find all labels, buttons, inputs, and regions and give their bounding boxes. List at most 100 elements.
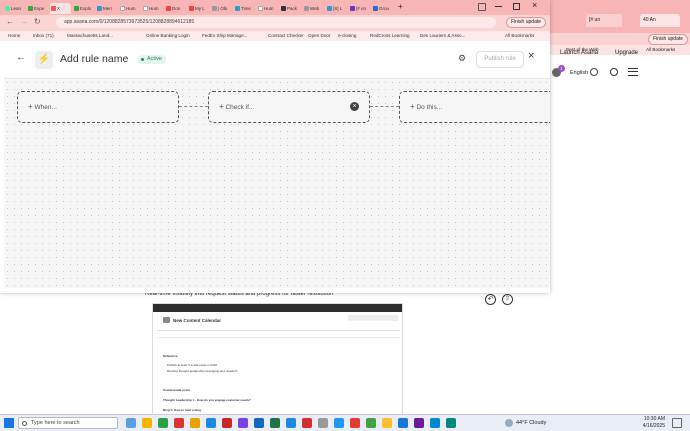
clock-date[interactable]: 4/16/2025 (620, 423, 665, 429)
task-view-icon[interactable] (126, 418, 136, 428)
remove-condition-icon[interactable]: × (350, 102, 359, 111)
excel-icon[interactable] (158, 418, 168, 428)
right-tab-2[interactable]: 40 An (640, 14, 680, 27)
rule-name-field[interactable]: Add rule name (60, 53, 128, 65)
search-icon[interactable] (610, 68, 618, 76)
tab-search-icon[interactable] (478, 3, 486, 11)
tab[interactable]: My L (188, 3, 209, 14)
file-explorer-icon[interactable] (190, 418, 200, 428)
app-icon[interactable] (366, 418, 376, 428)
app-icon[interactable] (398, 418, 408, 428)
tab[interactable]: [S] L (326, 3, 347, 14)
when-trigger-node[interactable]: + When... (17, 91, 179, 123)
tab[interactable]: Explo (73, 3, 94, 14)
excel-icon-2[interactable] (270, 418, 280, 428)
tab[interactable]: Time (234, 3, 255, 14)
share-icon[interactable]: ⇧ (502, 294, 513, 305)
finish-update-button[interactable]: Finish update (506, 17, 547, 28)
tab[interactable]: Lean (4, 3, 25, 14)
status-label: Active (147, 56, 162, 62)
back-icon[interactable]: ← (6, 17, 14, 26)
clock-time[interactable]: 10:30 AM (620, 416, 665, 422)
address-bar[interactable]: app.asana.com/0/1208828573973525/1208828… (56, 17, 496, 28)
app-icon[interactable] (286, 418, 296, 428)
tab[interactable]: [# un (349, 3, 370, 14)
app-icon[interactable] (382, 418, 392, 428)
gmail-icon[interactable] (174, 418, 184, 428)
new-tab-icon[interactable]: + (398, 2, 403, 11)
right-finish-update-button[interactable]: Finish update (648, 34, 689, 45)
pdf-icon[interactable] (302, 418, 312, 428)
app-icon[interactable] (318, 418, 328, 428)
tab[interactable]: Pack (280, 3, 301, 14)
menu-icon[interactable] (628, 68, 638, 76)
tab[interactable]: Web (303, 3, 324, 14)
weather-icon[interactable] (505, 419, 513, 427)
right-tab-1[interactable]: [# un (586, 14, 622, 27)
publish-rule-button[interactable]: Publish rule (476, 51, 524, 68)
app-icon[interactable] (430, 418, 440, 428)
bookmark-item[interactable]: RedCross Learning (370, 31, 410, 41)
launch-asana-link[interactable]: Launch Asana (560, 50, 598, 56)
minimize-icon[interactable] (495, 6, 502, 7)
plus-icon: + (410, 102, 415, 111)
tab[interactable]: Expe (27, 3, 48, 14)
acrobat-icon[interactable] (222, 418, 232, 428)
right-window-addressbar: Finish update (550, 33, 690, 45)
language-selector[interactable]: English (570, 70, 588, 76)
bookmark-item[interactable]: All Bookmarks (505, 31, 534, 41)
tab[interactable]: Meri (96, 3, 117, 14)
do-this-node[interactable]: + Do this... (399, 91, 550, 123)
bookmark-item[interactable]: Contract Checker (268, 31, 304, 41)
back-arrow-icon[interactable]: ← (16, 52, 26, 63)
teams-icon[interactable] (238, 418, 248, 428)
tab[interactable]: Hum (119, 3, 140, 14)
check-if-node[interactable]: + Check if... × (208, 91, 370, 123)
windows-start-icon[interactable] (4, 418, 14, 428)
undo-icon[interactable]: ↶ (485, 294, 496, 305)
tab-label: [# un (589, 17, 601, 23)
bookmark-item[interactable]: Online Banking Login (146, 31, 190, 41)
bookmark-item[interactable]: e-closing (338, 31, 356, 41)
maximize-icon[interactable] (513, 3, 520, 10)
rule-canvas[interactable]: + When... + Check if... × + Do this... (4, 79, 550, 288)
chrome-icon[interactable] (142, 418, 152, 428)
search-icon (22, 421, 27, 426)
bookmark-item[interactable]: Home (8, 31, 20, 41)
connector-line (179, 106, 208, 107)
outlook-icon[interactable] (206, 418, 216, 428)
do-this-label: Do this... (416, 104, 443, 111)
tab[interactable]: Hum (142, 3, 163, 14)
app-icon[interactable] (350, 418, 360, 428)
bookmark-all[interactable]: All Bookmarks (646, 47, 675, 52)
reload-icon[interactable]: ↻ (34, 17, 41, 26)
forward-icon: → (20, 17, 28, 26)
tab[interactable]: Grou (372, 3, 393, 14)
bookmark-item[interactable]: Des Lauriers & Asso... (420, 31, 465, 41)
taskbar: Type here to search 44°F Cloudy 10:30 AM… (0, 414, 690, 431)
taskbar-search-box[interactable]: Type here to search (18, 417, 118, 429)
bookmark-item[interactable]: FedEx Ship Manage... (202, 31, 247, 41)
tab-active[interactable]: X (50, 3, 71, 14)
tab[interactable]: Don (165, 3, 186, 14)
status-dot-icon (141, 58, 144, 61)
app-icon[interactable] (334, 418, 344, 428)
plus-icon: + (219, 102, 224, 111)
tab[interactable]: | Obi (211, 3, 232, 14)
bookmark-item[interactable]: Inbox (71) (33, 31, 54, 41)
close-window-icon[interactable]: × (532, 0, 537, 10)
app-icon[interactable] (414, 418, 424, 428)
upgrade-link[interactable]: Upgrade (615, 50, 638, 56)
close-icon[interactable]: × (528, 50, 534, 62)
settings-gear-icon[interactable]: ⚙ (458, 53, 466, 64)
globe-icon[interactable] (590, 68, 598, 76)
notifications-icon[interactable] (672, 418, 682, 428)
app-icon[interactable] (446, 418, 456, 428)
bookmark-item[interactable]: Open Door (308, 31, 330, 41)
tab[interactable]: Hum (257, 3, 278, 14)
bookmark-item[interactable]: Massachusetts Land... (67, 31, 113, 41)
weather-text[interactable]: 44°F Cloudy (516, 420, 546, 426)
status-badge[interactable]: Active (138, 55, 166, 64)
word-icon[interactable] (254, 418, 264, 428)
embedded-asana-screenshot: New Content Calendar Reference Publish a… (152, 303, 403, 415)
